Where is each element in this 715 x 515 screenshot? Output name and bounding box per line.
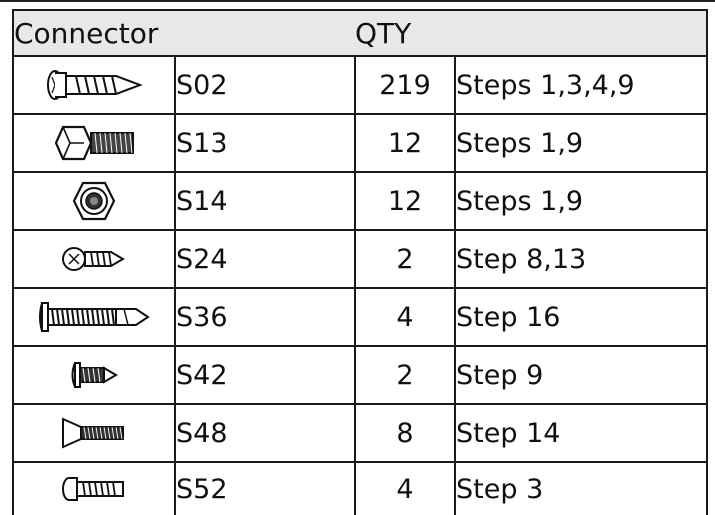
phillips-screw-icon — [12, 229, 176, 289]
steps: Step 3 — [454, 461, 709, 515]
qty-header: QTY — [355, 9, 709, 57]
connector-code: S13 — [173, 113, 357, 173]
hex-nut-icon — [12, 171, 176, 231]
connector-header: Connector — [11, 9, 356, 57]
quantity: 2 — [354, 229, 457, 289]
steps: Step 16 — [454, 287, 709, 347]
quantity: 4 — [354, 461, 457, 515]
top-rule — [0, 0, 715, 2]
steps: Step 8,13 — [454, 229, 709, 289]
table-row: S14 12 Steps 1,9 — [12, 171, 709, 231]
connector-code: S48 — [173, 403, 357, 463]
quantity: 12 — [354, 113, 457, 173]
tapping-screw-icon — [12, 55, 176, 115]
countersunk-screw-icon — [12, 403, 176, 463]
connector-code: S24 — [173, 229, 357, 289]
quantity: 4 — [354, 287, 457, 347]
steps: Step 14 — [454, 403, 709, 463]
connector-code: S14 — [173, 171, 357, 231]
hex-bolt-icon — [12, 113, 176, 173]
quantity: 219 — [354, 55, 457, 115]
connector-code: S02 — [173, 55, 357, 115]
table-row: S24 2 Step 8,13 — [12, 229, 709, 289]
steps: Steps 1,9 — [454, 171, 709, 231]
connector-code: S52 — [173, 461, 357, 515]
connector-table: Connector QTY S02 219 Steps 1,3,4,9 S13 … — [11, 9, 709, 515]
short-pan-screw-icon — [12, 345, 176, 405]
table-row: S52 4 Step 3 — [12, 461, 709, 515]
table-row: S36 4 Step 16 — [12, 287, 709, 347]
round-head-screw-icon — [12, 461, 176, 515]
steps: Steps 1,3,4,9 — [454, 55, 709, 115]
table-row: S42 2 Step 9 — [12, 345, 709, 405]
quantity: 2 — [354, 345, 457, 405]
long-self-drilling-screw-icon — [12, 287, 176, 347]
connector-code: S36 — [173, 287, 357, 347]
quantity: 12 — [354, 171, 457, 231]
connector-code: S42 — [173, 345, 357, 405]
table-header-row: Connector QTY — [11, 9, 709, 57]
table-row: S48 8 Step 14 — [12, 403, 709, 463]
quantity: 8 — [354, 403, 457, 463]
table-row: S13 12 Steps 1,9 — [12, 113, 709, 173]
steps: Step 9 — [454, 345, 709, 405]
table-row: S02 219 Steps 1,3,4,9 — [12, 55, 709, 115]
steps: Steps 1,9 — [454, 113, 709, 173]
